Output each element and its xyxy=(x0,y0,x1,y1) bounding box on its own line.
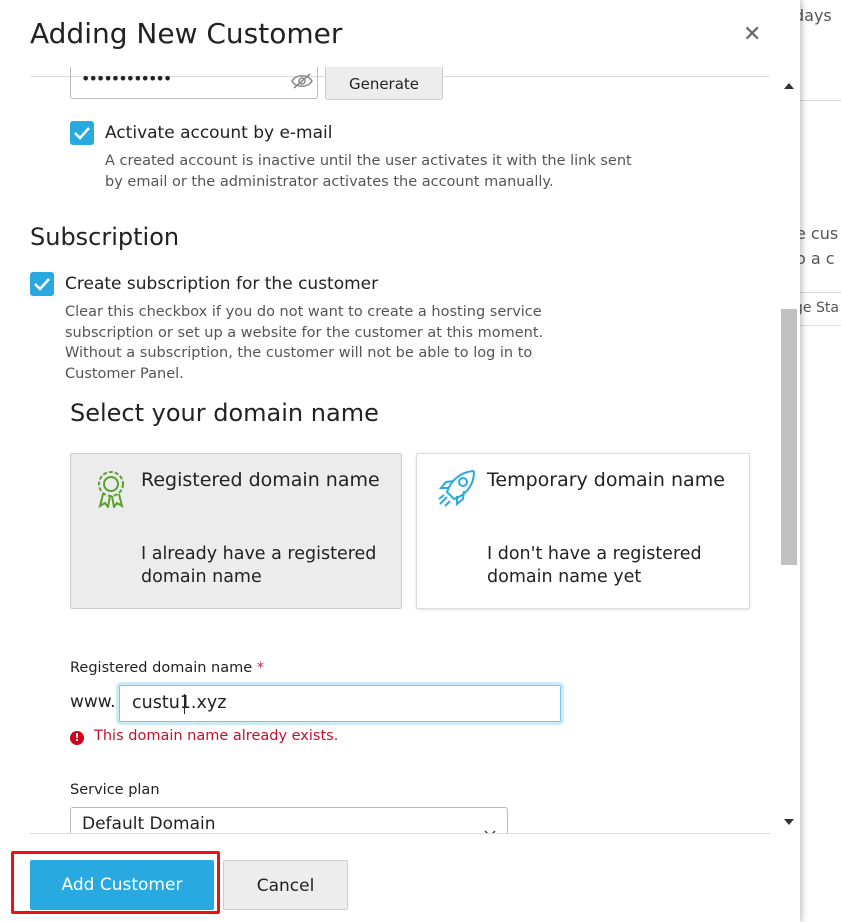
hint-line: A created account is inactive until the … xyxy=(105,153,632,169)
service-plan-label: Service plan xyxy=(70,782,160,798)
background-text: o a c xyxy=(800,249,835,268)
hint-line: Without a subscription, the customer wil… xyxy=(65,345,533,361)
hint-line: by email or the administrator activates … xyxy=(105,173,554,190)
registered-domain-card[interactable]: Registered domain name I already have a … xyxy=(70,453,402,609)
create-subscription-hint: Clear this checkbox if you do not want t… xyxy=(65,302,543,384)
chevron-down-icon xyxy=(484,817,496,833)
cancel-button[interactable]: Cancel xyxy=(223,860,348,910)
registered-domain-title: Registered domain name xyxy=(141,469,380,491)
background-text: ge Sta xyxy=(800,300,839,316)
service-plan-select[interactable]: Default Domain xyxy=(70,807,508,833)
activate-account-label: Activate account by e-mail xyxy=(105,123,333,143)
background-divider xyxy=(800,292,841,293)
password-field[interactable]: •••••••••••• xyxy=(70,67,318,99)
background-text: e cus xyxy=(800,224,839,243)
domain-name-value: custu1.xyz xyxy=(132,693,227,713)
registered-domain-description: I already have a registered domain name xyxy=(141,544,377,587)
registered-domain-field-label: Registered domain name * xyxy=(70,660,264,676)
rocket-icon xyxy=(437,468,477,512)
eye-slash-icon[interactable] xyxy=(291,73,313,93)
background-page-strip: days e cus o a c ge Sta xyxy=(800,0,841,922)
activate-account-hint: A created account is inactive until the … xyxy=(105,151,632,192)
create-subscription-label: Create subscription for the customer xyxy=(65,274,379,294)
field-label-text: Registered domain name xyxy=(70,660,253,676)
highlight-box xyxy=(11,851,220,914)
generate-password-button[interactable]: Generate xyxy=(325,67,443,100)
background-divider xyxy=(800,325,841,326)
background-text: days xyxy=(800,6,832,25)
add-customer-dialog: Adding New Customer ✕ •••••••••••• Gener… xyxy=(0,0,800,922)
certificate-icon xyxy=(93,468,129,512)
checkmark-icon xyxy=(74,127,90,140)
background-divider xyxy=(800,100,841,101)
create-subscription-checkbox[interactable] xyxy=(30,272,54,296)
temporary-domain-description: I don't have a registered domain name ye… xyxy=(487,544,702,587)
hint-line: Clear this checkbox if you do not want t… xyxy=(65,304,542,320)
dialog-title: Adding New Customer xyxy=(30,17,343,50)
footer-divider xyxy=(30,833,770,834)
temporary-domain-card[interactable]: Temporary domain name I don't have a reg… xyxy=(416,453,750,609)
subscription-heading: Subscription xyxy=(30,223,180,251)
error-icon: ! xyxy=(70,731,84,745)
domain-name-input[interactable]: custu1.xyz xyxy=(119,685,561,722)
scroll-down-arrow-icon[interactable] xyxy=(784,819,794,825)
domain-section-heading: Select your domain name xyxy=(70,399,379,427)
password-value: •••••••••••• xyxy=(81,69,172,88)
hint-line: Customer Panel. xyxy=(65,365,184,382)
service-plan-value: Default Domain xyxy=(82,814,216,833)
hint-line: subscription or set up a website for the… xyxy=(65,324,544,341)
checkmark-icon xyxy=(34,278,50,291)
www-prefix: www. xyxy=(70,692,116,712)
domain-error-message: ! This domain name already exists. xyxy=(70,728,338,745)
temporary-domain-title: Temporary domain name xyxy=(487,469,725,491)
required-mark: * xyxy=(256,660,265,676)
text-caret xyxy=(184,694,185,714)
scrollbar-thumb[interactable] xyxy=(781,309,797,565)
activate-account-checkbox[interactable] xyxy=(70,121,94,145)
scroll-up-arrow-icon[interactable] xyxy=(784,83,794,89)
close-icon[interactable]: ✕ xyxy=(743,24,761,46)
error-text: This domain name already exists. xyxy=(94,728,339,744)
dialog-scrollbar[interactable] xyxy=(780,77,798,833)
